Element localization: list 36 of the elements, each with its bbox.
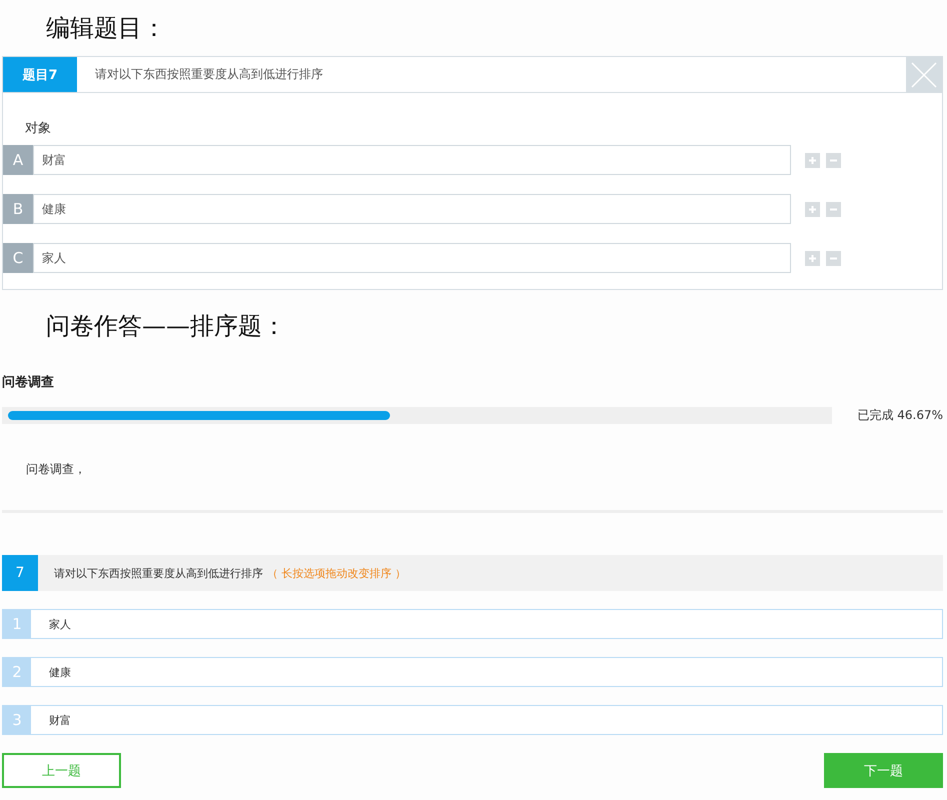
rank-label: 家人 [48, 616, 71, 632]
question-tag: 题目7 [3, 57, 77, 92]
rank-number: 2 [3, 658, 31, 686]
plus-icon [808, 254, 817, 262]
rank-label: 财富 [48, 712, 71, 728]
plus-icon [808, 156, 817, 164]
field-label: 对象 [24, 120, 52, 138]
add-button[interactable] [805, 202, 820, 216]
question-number: 7 [2, 555, 38, 591]
option-input[interactable]: 财富 [33, 145, 791, 175]
option-letter: C [3, 243, 33, 273]
progress-reading: 已完成 46.67% [857, 406, 943, 424]
rank-number: 3 [3, 706, 31, 734]
rank-item[interactable]: 3 财富 [2, 705, 943, 735]
remove-button[interactable] [826, 250, 841, 266]
add-button[interactable] [805, 152, 820, 168]
option-input[interactable]: 健康 [33, 194, 791, 224]
section-heading: 编辑题目： [45, 13, 167, 44]
plus-icon [808, 204, 817, 214]
survey-title: 问卷调查 [2, 374, 55, 392]
question-text: 请对以下东西按照重要度从高到低进行排序 [94, 66, 324, 83]
close-icon [909, 60, 939, 90]
option-letter: A [3, 145, 33, 175]
rank-item[interactable]: 1 家人 [2, 609, 943, 639]
option-letter: B [3, 194, 33, 224]
rank-number: 1 [3, 610, 31, 638]
add-button[interactable] [805, 250, 820, 266]
remove-button[interactable] [826, 202, 841, 216]
close-button[interactable] [906, 57, 942, 92]
rank-item[interactable]: 2 健康 [2, 657, 943, 687]
section-heading: 问卷作答——排序题： [45, 311, 287, 342]
rank-label: 健康 [48, 664, 71, 680]
remove-button[interactable] [826, 152, 841, 168]
question-text: 请对以下东西按照重要度从高到低进行排序 （ 长按选项拖动改变排序 ） [53, 566, 406, 582]
option-input[interactable]: 家人 [33, 243, 791, 273]
survey-intro: 问卷调查， [25, 460, 87, 478]
